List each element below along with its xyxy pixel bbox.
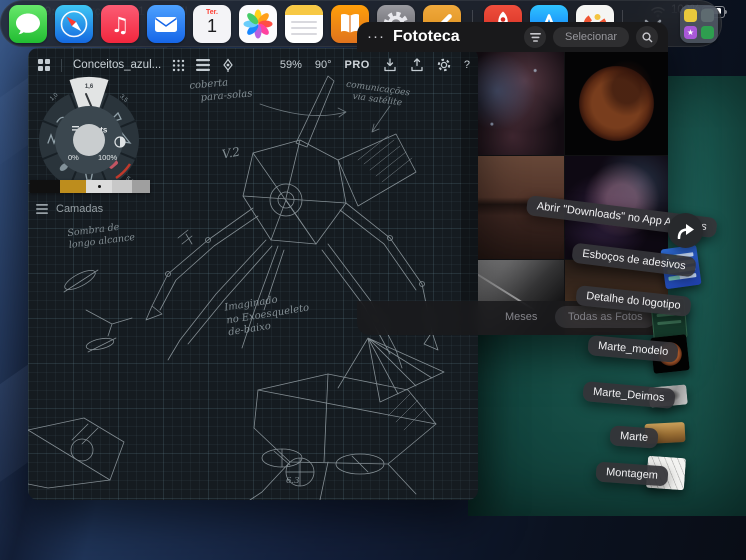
envelope-icon <box>155 16 177 32</box>
ipad-screen: 09:41 Terça-feira 1 de abril 100% ··· Fo… <box>0 0 746 560</box>
svg-text:♫: ♫ <box>111 13 130 37</box>
fototeca-header: ··· Fototeca Selecionar <box>357 22 668 52</box>
precision-dots-icon[interactable] <box>172 59 185 72</box>
export-icon[interactable] <box>410 58 424 72</box>
swatch-mid-gray[interactable] <box>132 180 150 193</box>
help-button[interactable]: ? <box>464 59 470 71</box>
toolbar-divider <box>61 58 62 72</box>
opacity-max-label: 100% <box>98 153 118 162</box>
filter-lines-icon <box>529 32 541 42</box>
layers-icon <box>36 204 48 214</box>
mail-app-icon[interactable] <box>147 4 185 43</box>
opacity-min-label: 0% <box>68 153 79 162</box>
app-library-mini-star: ★ <box>684 25 697 39</box>
messages-app-icon[interactable] <box>9 4 47 43</box>
annotation-bottom-note: 6.3 <box>286 476 300 486</box>
filter-button[interactable] <box>524 26 547 48</box>
rotation-value[interactable]: 90° <box>315 59 332 71</box>
notes-yellow-strip <box>285 4 323 15</box>
tab-months[interactable]: Meses <box>505 311 537 323</box>
drag-item-label[interactable]: Marte <box>609 425 659 449</box>
share-forward-button[interactable] <box>668 213 703 248</box>
music-app-icon[interactable]: ♫ <box>101 4 139 43</box>
concepts-window[interactable]: coberta para-solas V.2 comunicações via sa… <box>28 48 478 500</box>
app-library-mini-green <box>701 25 714 39</box>
settings-gear-icon[interactable] <box>437 58 451 72</box>
color-swatch-bar <box>30 180 150 193</box>
calendar-app-icon[interactable]: Ter. 1 <box>193 4 231 43</box>
app-library-mini-camera <box>701 8 714 22</box>
flower-icon <box>243 9 273 38</box>
selected-tool-size: 1,6 <box>85 84 94 90</box>
concepts-toolbar: Conceitos_azul... 59% 90° PRO ? <box>38 55 470 75</box>
document-title[interactable]: Conceitos_azul... <box>73 59 161 71</box>
fototeca-title: Fototeca <box>393 28 460 45</box>
zoom-level[interactable]: 59% <box>280 59 302 71</box>
swatch-gold[interactable] <box>60 180 86 193</box>
notes-app-icon[interactable] <box>285 4 323 43</box>
photos-app-icon[interactable] <box>239 4 277 43</box>
chat-bubble-icon <box>16 13 40 34</box>
more-options-button[interactable]: ··· <box>367 29 385 44</box>
select-button[interactable]: Selecionar <box>553 27 629 47</box>
swatch-black[interactable] <box>30 180 60 193</box>
annotation-version: V.2 <box>220 144 242 162</box>
calendar-day: 1 <box>206 15 217 36</box>
layers-lines-icon[interactable] <box>196 59 211 71</box>
swatch-light-gray-selected[interactable] <box>86 180 112 193</box>
forward-arrow-icon <box>677 223 694 239</box>
search-button[interactable] <box>636 26 658 48</box>
music-note-icon: ♫ <box>111 13 130 37</box>
sketch-antenna <box>295 75 335 148</box>
wheel-knob[interactable] <box>73 124 105 156</box>
app-library-icon[interactable]: ★ <box>680 4 718 43</box>
layers-panel-toggle[interactable]: Camadas <box>36 203 103 215</box>
app-library-mini-yellow <box>684 8 697 22</box>
import-icon[interactable] <box>383 58 397 72</box>
layers-label: Camadas <box>56 203 104 215</box>
calendar-weekday: Ter. <box>206 8 218 16</box>
swatch-gray[interactable] <box>112 180 132 193</box>
vector-nib-icon[interactable] <box>221 58 235 72</box>
gallery-grid-icon[interactable] <box>38 59 50 71</box>
safari-app-icon[interactable] <box>55 4 93 43</box>
search-icon <box>641 31 652 42</box>
compass-icon <box>60 10 88 37</box>
pro-badge[interactable]: PRO <box>345 59 370 71</box>
